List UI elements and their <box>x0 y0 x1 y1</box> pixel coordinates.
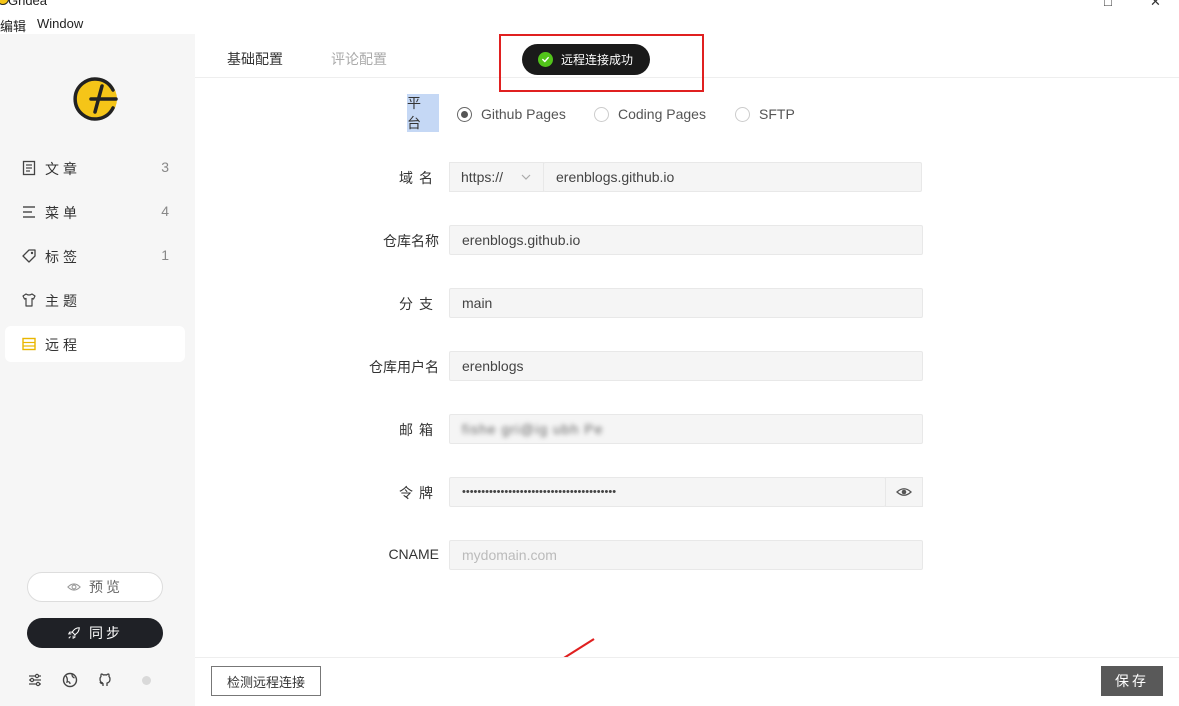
tab-basic-settings[interactable]: 基础配置 <box>227 49 283 69</box>
protocol-select[interactable]: https:// <box>449 162 544 192</box>
radio-circle <box>594 106 609 122</box>
radio-github-pages[interactable]: Github Pages <box>457 106 566 122</box>
token-input[interactable]: •••••••••••••••••••••••••••••••••••••••• <box>449 477 886 507</box>
sidebar-item-remote[interactable]: 远程 <box>5 326 185 362</box>
radio-coding-pages[interactable]: Coding Pages <box>594 106 706 122</box>
eye-icon <box>896 484 912 500</box>
github-icon[interactable] <box>97 672 113 688</box>
save-button[interactable]: 保存 <box>1101 666 1163 696</box>
sidebar-item-label: 文章 <box>45 161 81 177</box>
article-icon <box>21 160 37 176</box>
preview-label: 预览 <box>89 579 123 595</box>
radio-circle <box>735 106 750 122</box>
eye-icon <box>67 580 81 594</box>
check-circle-icon <box>538 52 553 67</box>
menu-icon <box>21 204 37 220</box>
preview-button[interactable]: 预览 <box>27 572 163 602</box>
repo-name-value: erenblogs.github.io <box>462 232 581 248</box>
sidebar-item-count: 1 <box>161 247 169 263</box>
sidebar: 文章 3 菜单 4 标签 1 主题 远程 预览 同步 <box>0 34 195 706</box>
title-bar: Gridea 编辑 Window □ ✕ <box>0 0 1179 34</box>
theme-icon <box>21 292 37 308</box>
domain-label: 域名 <box>399 170 439 186</box>
protocol-value: https:// <box>461 169 504 185</box>
platform-label: 平台 <box>407 94 439 132</box>
radio-label: SFTP <box>759 106 795 122</box>
email-input[interactable]: fishe gri@ig ubh Pe <box>449 414 923 444</box>
sync-label: 同步 <box>89 625 123 641</box>
repo-name-input[interactable]: erenblogs.github.io <box>449 225 923 255</box>
cname-label: CNAME <box>388 546 439 562</box>
globe-icon[interactable] <box>62 672 78 688</box>
branch-label: 分支 <box>399 296 439 312</box>
email-value: fishe gri@ig ubh Pe <box>462 421 604 437</box>
success-toast: 远程连接成功 <box>522 44 650 75</box>
tag-icon <box>21 248 37 264</box>
branch-value: main <box>462 295 493 311</box>
sidebar-item-theme[interactable]: 主题 <box>5 282 185 318</box>
username-input[interactable]: erenblogs <box>449 351 923 381</box>
domain-input[interactable]: erenblogs.github.io <box>543 162 922 192</box>
sync-button[interactable]: 同步 <box>27 618 163 648</box>
save-label: 保存 <box>1115 673 1149 689</box>
token-value: •••••••••••••••••••••••••••••••••••••••• <box>462 486 617 498</box>
sidebar-item-label: 主题 <box>45 293 81 309</box>
window-title: Gridea <box>8 0 48 8</box>
menu-window[interactable]: Window <box>37 16 83 31</box>
username-label: 仓库用户名 <box>369 359 439 375</box>
rocket-icon <box>67 626 81 640</box>
sidebar-item-count: 3 <box>161 159 169 175</box>
cname-input[interactable] <box>449 540 923 570</box>
username-value: erenblogs <box>462 358 524 374</box>
radio-sftp[interactable]: SFTP <box>735 106 795 122</box>
sidebar-item-label: 远程 <box>45 337 81 353</box>
branch-input[interactable]: main <box>449 288 923 318</box>
main-content: 基础配置 评论配置 远程连接成功 平台 Github Pages Coding … <box>195 34 1179 706</box>
sidebar-item-label: 菜单 <box>45 205 81 221</box>
sidebar-item-menus[interactable]: 菜单 4 <box>5 194 185 230</box>
radio-label: Coding Pages <box>618 106 706 122</box>
toggle-visibility-button[interactable] <box>885 477 923 507</box>
check-remote-connection-button[interactable]: 检测远程连接 <box>211 666 321 696</box>
sidebar-item-count: 4 <box>161 203 169 219</box>
tab-comment-settings[interactable]: 评论配置 <box>331 49 387 69</box>
remote-icon <box>21 336 37 352</box>
toast-message: 远程连接成功 <box>561 53 634 67</box>
gridea-logo <box>69 74 123 122</box>
repo-name-label: 仓库名称 <box>383 233 439 249</box>
settings-icon[interactable] <box>27 672 43 688</box>
close-button[interactable]: ✕ <box>1150 0 1161 10</box>
chevron-down-icon <box>521 172 531 182</box>
check-remote-connection-label: 检测远程连接 <box>226 674 305 690</box>
token-label: 令牌 <box>399 485 439 501</box>
sidebar-item-label: 标签 <box>45 249 81 265</box>
maximize-button[interactable]: □ <box>1104 0 1112 9</box>
radio-label: Github Pages <box>481 106 566 122</box>
action-bar: 检测远程连接 保存 <box>195 657 1179 706</box>
domain-value: erenblogs.github.io <box>556 169 675 185</box>
status-dot <box>142 676 151 685</box>
menu-edit[interactable]: 编辑 <box>0 16 26 35</box>
radio-circle <box>457 106 472 122</box>
sidebar-item-articles[interactable]: 文章 3 <box>5 150 185 186</box>
sidebar-item-tags[interactable]: 标签 1 <box>5 238 185 274</box>
email-label: 邮箱 <box>399 422 439 438</box>
